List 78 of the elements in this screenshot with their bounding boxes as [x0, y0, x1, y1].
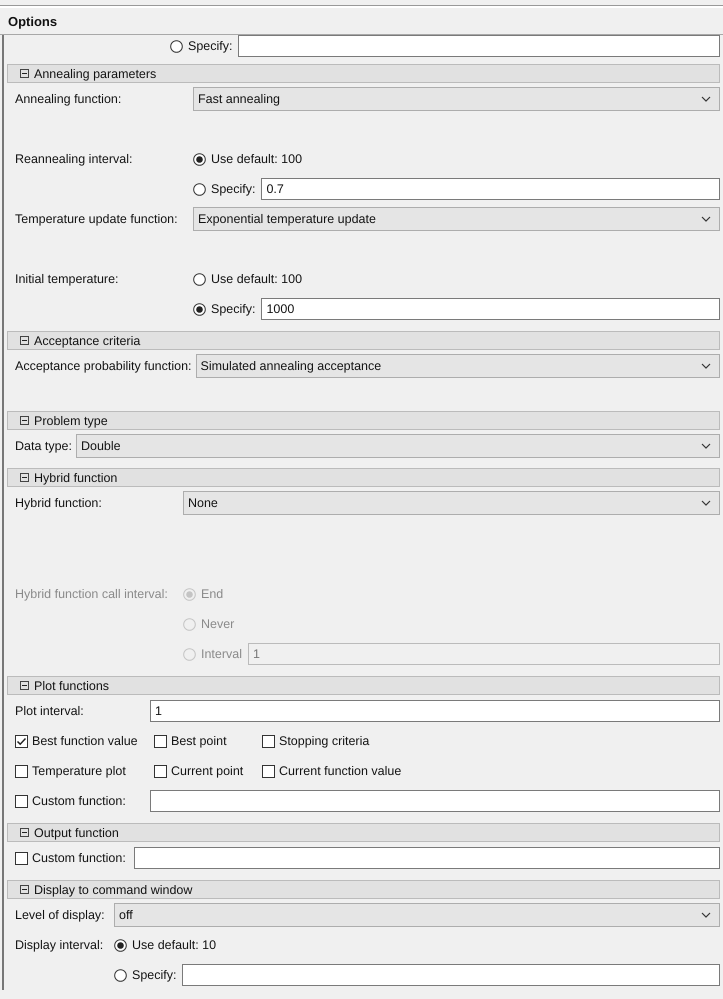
checkbox-label: Current point: [171, 764, 244, 778]
chevron-down-icon: [701, 912, 711, 918]
section-header[interactable]: Problem type: [7, 411, 720, 430]
field-label: Reannealing interval:: [15, 152, 134, 166]
field-label: Acceptance probability function:: [15, 359, 192, 373]
field-label: Temperature update function:: [15, 212, 179, 226]
field-label: Hybrid function:: [15, 496, 103, 510]
checkbox-label: Current function value: [279, 764, 402, 778]
input-field[interactable]: 1: [150, 700, 720, 722]
radio-button[interactable]: [193, 302, 206, 316]
radio-label: Specify:: [211, 182, 256, 196]
checkbox[interactable]: [154, 734, 167, 748]
dropdown[interactable]: Double: [76, 434, 720, 458]
dropdown[interactable]: None: [183, 491, 720, 515]
radio-label: Use default: 100: [211, 152, 302, 166]
radio-label: Never: [201, 617, 234, 631]
radio-label: Use default: 100: [211, 272, 302, 286]
dropdown[interactable]: off: [114, 903, 720, 927]
radio-button[interactable]: [193, 152, 206, 166]
section-header[interactable]: Plot functions: [7, 676, 720, 695]
input-field[interactable]: [134, 847, 720, 869]
checkbox-label: Custom function:: [32, 851, 126, 865]
collapse-icon[interactable]: [20, 336, 29, 345]
chevron-down-icon: [701, 96, 711, 102]
section-header[interactable]: Acceptance criteria: [7, 331, 720, 350]
radio-label: Use default: 10: [132, 938, 216, 952]
collapse-icon[interactable]: [20, 885, 29, 894]
field-label: Data type:: [15, 439, 73, 453]
collapse-icon[interactable]: [20, 828, 29, 837]
radio-button[interactable]: [114, 938, 127, 952]
checkbox[interactable]: [15, 794, 28, 808]
input-field[interactable]: 0.7: [261, 178, 720, 200]
section-header[interactable]: Hybrid function: [7, 468, 720, 487]
chevron-down-icon: [701, 216, 711, 222]
input-field[interactable]: [150, 790, 720, 812]
radio-label: Specify:: [132, 968, 176, 982]
input-field[interactable]: 1000: [261, 298, 720, 320]
chevron-down-icon: [701, 443, 711, 449]
input-field[interactable]: [238, 35, 720, 57]
radio-button[interactable]: [193, 272, 206, 286]
checkbox-label: Best point: [171, 734, 227, 748]
dropdown[interactable]: Exponential temperature update: [193, 207, 720, 231]
radio-button[interactable]: [193, 182, 206, 196]
field-label: Display interval:: [15, 938, 104, 952]
panel-title: Options: [8, 14, 58, 28]
field-label: Plot interval:: [15, 704, 85, 718]
chevron-down-icon: [701, 363, 711, 369]
radio-label: Specify:: [188, 39, 232, 53]
radio-label: End: [201, 587, 224, 601]
checkbox[interactable]: [15, 852, 28, 864]
field-label: Annealing function:: [15, 92, 122, 106]
collapse-icon[interactable]: [20, 473, 29, 482]
radio-label: Specify:: [211, 302, 256, 316]
field-label: Level of display:: [15, 908, 106, 922]
section-header[interactable]: Display to command window: [7, 880, 720, 899]
checkbox-label: Stopping criteria: [279, 734, 370, 748]
section-header[interactable]: Annealing parameters: [7, 64, 720, 83]
collapse-icon[interactable]: [20, 416, 29, 425]
chevron-down-icon: [701, 500, 711, 506]
checkbox[interactable]: [15, 764, 28, 778]
checkbox[interactable]: [262, 764, 275, 778]
input-field[interactable]: [182, 964, 720, 986]
radio-button[interactable]: [170, 40, 183, 52]
field-label: Hybrid function call interval:: [15, 587, 169, 601]
checkbox-label: Custom function:: [32, 794, 126, 808]
checkbox-label: Best function value: [32, 734, 138, 748]
checkbox-label: Temperature plot: [32, 764, 126, 778]
radio-label: Interval: [201, 647, 242, 661]
checkbox[interactable]: [262, 734, 275, 748]
checkbox[interactable]: [154, 764, 167, 778]
checkbox[interactable]: [15, 734, 28, 748]
radio-button[interactable]: [114, 968, 127, 982]
dropdown[interactable]: Fast annealing: [193, 87, 720, 111]
dropdown[interactable]: Simulated annealing acceptance: [196, 354, 720, 378]
field-label: Initial temperature:: [15, 272, 120, 286]
collapse-icon[interactable]: [20, 681, 29, 690]
section-header[interactable]: Output function: [7, 823, 720, 842]
collapse-icon[interactable]: [20, 69, 29, 78]
